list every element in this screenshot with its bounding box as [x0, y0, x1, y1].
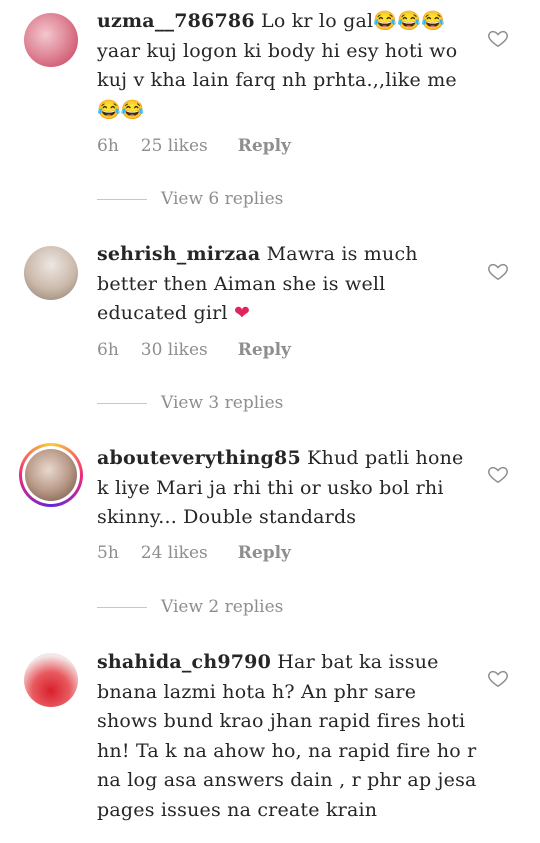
red-heart-emoji: ❤ — [233, 302, 251, 324]
avatar-image — [25, 449, 77, 501]
avatar[interactable] — [24, 13, 78, 67]
comment-likes[interactable]: 30 likes — [141, 340, 208, 360]
heart-outline-icon[interactable] — [487, 463, 509, 485]
comment-username[interactable]: shahida_ch9790 — [97, 651, 271, 673]
comment-likes[interactable]: 24 likes — [141, 543, 208, 563]
comment-text: Har bat ka issue bnana lazmi hota h? An … — [97, 651, 477, 821]
comment-time: 6h — [97, 136, 119, 156]
heart-outline-icon[interactable] — [487, 667, 509, 689]
avatar[interactable] — [24, 246, 78, 300]
comment-time: 5h — [97, 543, 119, 563]
heart-outline-icon[interactable] — [487, 27, 509, 49]
view-replies-label: View 3 replies — [161, 393, 284, 413]
avatar-ring-inner — [22, 446, 80, 504]
divider — [97, 402, 147, 404]
reply-button[interactable]: Reply — [238, 340, 291, 360]
comment-time: 6h — [97, 340, 119, 360]
divider — [97, 198, 147, 200]
comment-username[interactable]: sehrish_mirzaa — [97, 243, 260, 265]
view-replies-button[interactable]: View 2 replies — [97, 597, 283, 617]
reply-button[interactable]: Reply — [238, 543, 291, 563]
reply-button[interactable]: Reply — [238, 136, 291, 156]
heart-outline-icon[interactable] — [487, 260, 509, 282]
view-replies-label: View 2 replies — [161, 597, 284, 617]
comment-likes[interactable]: 25 likes — [141, 136, 208, 156]
divider — [97, 606, 147, 608]
avatar[interactable] — [24, 653, 78, 707]
view-replies-label: View 6 replies — [161, 189, 284, 209]
view-replies-button[interactable]: View 6 replies — [97, 189, 283, 209]
avatar[interactable] — [19, 443, 83, 507]
comment-username[interactable]: abouteverything85 — [97, 447, 301, 469]
view-replies-button[interactable]: View 3 replies — [97, 393, 283, 413]
comment-username[interactable]: uzma__786786 — [97, 10, 255, 32]
